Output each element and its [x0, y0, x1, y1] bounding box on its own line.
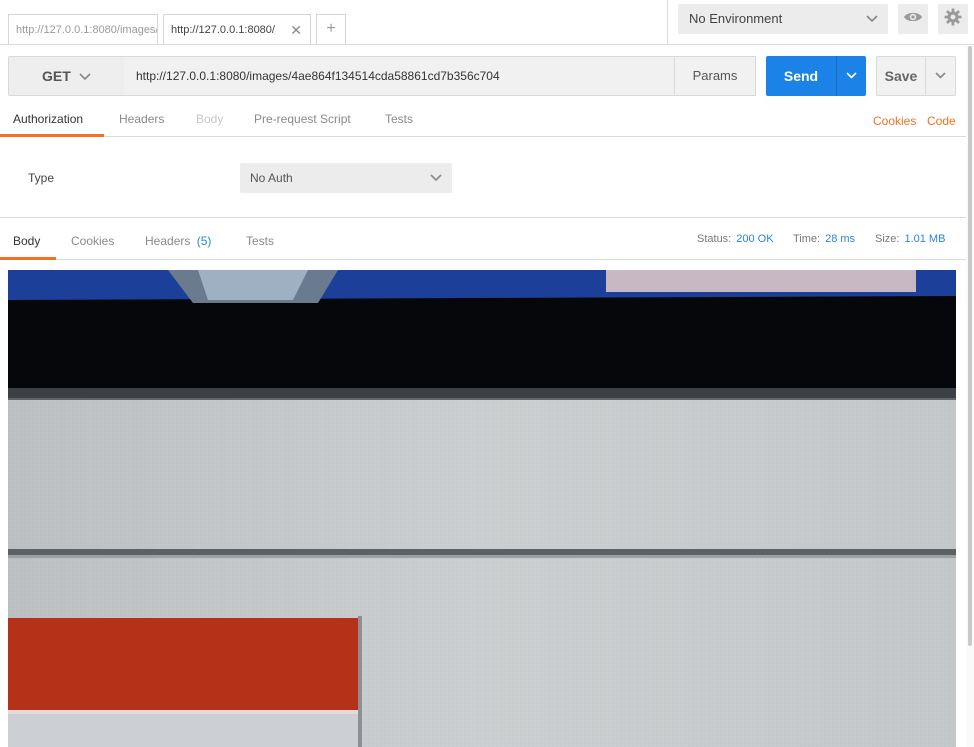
cookies-link[interactable]: Cookies	[873, 114, 916, 128]
chevron-down-icon	[846, 68, 857, 82]
chevron-down-icon	[430, 163, 442, 193]
url-input[interactable]: http://127.0.0.1:8080/images/4ae864f1345…	[124, 56, 675, 96]
request-tabs: Authorization Headers Body Pre-request S…	[0, 104, 966, 137]
headers-count-badge: (5)	[196, 234, 212, 248]
response-image	[8, 270, 956, 747]
params-button[interactable]: Params	[674, 56, 756, 96]
status-label: Status:	[697, 233, 732, 245]
tab-title: http://127.0.0.1:8080/images/4ae864f1345…	[16, 24, 158, 36]
size-value: 1.01 MB	[904, 233, 946, 245]
authorization-panel: Type No Auth	[0, 137, 966, 218]
divider	[667, 0, 668, 45]
scrollbar-thumb[interactable]	[968, 46, 972, 646]
response-tabs: Body Cookies Headers (5) Tests Status: 20…	[0, 219, 966, 260]
save-button[interactable]: Save	[876, 56, 926, 96]
request-bar: GET http://127.0.0.1:8080/images/4ae864f…	[8, 56, 956, 96]
method-select[interactable]: GET	[8, 56, 125, 96]
auth-type-label: Type	[28, 171, 55, 185]
new-tab-button[interactable]: +	[316, 14, 346, 44]
tab-body: Body	[196, 112, 224, 126]
settings-button[interactable]	[938, 4, 968, 34]
code-link[interactable]: Code	[927, 114, 956, 128]
tab-title: http://127.0.0.1:8080/	[171, 24, 275, 36]
time-label: Time:	[793, 233, 821, 245]
chevron-down-icon	[866, 4, 878, 34]
response-tab-body[interactable]: Body	[13, 234, 40, 248]
scrollbar[interactable]	[966, 46, 974, 747]
save-options-button[interactable]	[925, 56, 956, 96]
tab-request-2[interactable]: http://127.0.0.1:8080/ ✕	[163, 14, 311, 44]
response-size: Size: 1.01 MB	[875, 233, 945, 245]
status-value: 200 OK	[736, 233, 774, 245]
send-options-button[interactable]	[836, 56, 866, 96]
response-tab-cookies[interactable]: Cookies	[71, 234, 114, 248]
tab-headers[interactable]: Headers	[119, 112, 164, 126]
environment-value: No Environment	[689, 11, 783, 26]
time-value: 28 ms	[825, 233, 856, 245]
response-tab-tests[interactable]: Tests	[246, 234, 274, 248]
tab-tests[interactable]: Tests	[385, 112, 413, 126]
environment-select[interactable]: No Environment	[678, 4, 888, 34]
plus-icon: +	[326, 20, 336, 37]
auth-type-select[interactable]: No Auth	[240, 163, 452, 193]
eye-icon	[903, 10, 923, 29]
response-status: Status: 200 OK	[697, 233, 774, 245]
chevron-down-icon	[79, 57, 91, 95]
tab-bar: http://127.0.0.1:8080/images/4ae864f1345…	[0, 0, 974, 45]
chevron-down-icon	[935, 68, 946, 82]
preview-environment-button[interactable]	[898, 4, 928, 34]
method-value: GET	[42, 68, 71, 84]
size-label: Size:	[875, 233, 900, 245]
send-button[interactable]: Send	[766, 56, 836, 96]
response-tab-headers-label: Headers	[145, 234, 191, 248]
gear-icon	[944, 8, 962, 31]
response-tab-headers[interactable]: Headers (5)	[145, 234, 211, 248]
auth-type-value: No Auth	[250, 171, 293, 185]
response-time: Time: 28 ms	[793, 233, 855, 245]
tab-pre-request-script[interactable]: Pre-request Script	[254, 112, 351, 126]
tab-request-1[interactable]: http://127.0.0.1:8080/images/4ae864f1345…	[8, 14, 158, 44]
active-tab-indicator	[0, 257, 56, 260]
tab-authorization[interactable]: Authorization	[13, 112, 83, 126]
close-icon[interactable]: ✕	[290, 15, 302, 44]
